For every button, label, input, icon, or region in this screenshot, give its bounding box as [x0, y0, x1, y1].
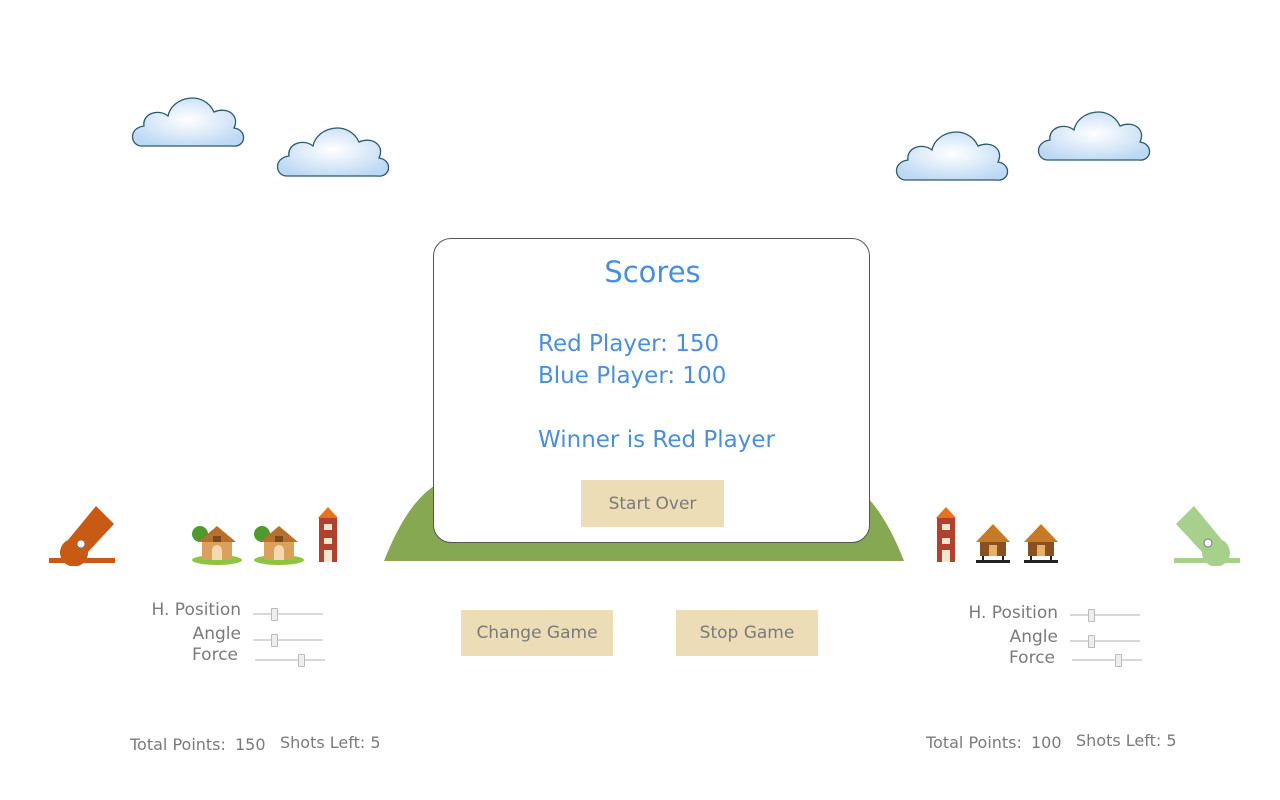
- right-h-position-thumb[interactable]: [1088, 609, 1095, 622]
- right-angle-slider[interactable]: [1070, 635, 1140, 648]
- red-cannon-icon[interactable]: [48, 502, 118, 566]
- right-angle-label: Angle: [1009, 627, 1058, 647]
- cloud-icon: [895, 131, 1009, 181]
- right-angle-thumb[interactable]: [1088, 635, 1095, 648]
- cottage-icon: [192, 526, 242, 565]
- scores-title: Scores: [604, 255, 701, 289]
- left-shots-left: Shots Left: 5: [280, 733, 381, 752]
- red-player-score: Red Player: 150: [538, 331, 720, 357]
- left-angle-label: Angle: [192, 624, 241, 644]
- hut-icon: [976, 524, 1010, 563]
- left-total-points-value: 150: [235, 735, 266, 754]
- right-force-thumb[interactable]: [1114, 654, 1122, 667]
- cloud-icon: [1037, 111, 1151, 161]
- right-h-position-slider[interactable]: [1070, 609, 1140, 622]
- scores-dialog: Scores Red Player: 150 Blue Player: 100 …: [433, 238, 870, 543]
- stop-game-button[interactable]: Stop Game: [676, 610, 818, 656]
- left-angle-thumb[interactable]: [271, 634, 278, 647]
- right-total-points-label: Total Points:: [926, 733, 1022, 752]
- cloud-icon: [276, 127, 390, 177]
- winner-text: Winner is Red Player: [538, 427, 775, 453]
- cottage-icon: [254, 526, 304, 565]
- right-h-position-label: H. Position: [968, 603, 1058, 623]
- left-h-position-slider[interactable]: [253, 608, 323, 621]
- left-force-label: Force: [192, 645, 238, 665]
- tower-icon: [318, 507, 338, 562]
- left-h-position-thumb[interactable]: [271, 608, 278, 621]
- tower-icon: [936, 507, 956, 562]
- change-game-button[interactable]: Change Game: [461, 610, 613, 656]
- left-h-position-label: H. Position: [151, 600, 241, 620]
- left-angle-slider[interactable]: [253, 634, 323, 647]
- start-over-button[interactable]: Start Over: [581, 480, 724, 527]
- right-force-label: Force: [1009, 648, 1055, 668]
- left-force-thumb[interactable]: [297, 654, 305, 667]
- right-shots-left: Shots Left: 5: [1076, 731, 1177, 750]
- left-total-points-label: Total Points:: [130, 735, 226, 754]
- hut-icon: [1024, 524, 1058, 563]
- green-cannon-icon[interactable]: [1172, 502, 1242, 566]
- left-force-slider[interactable]: [255, 654, 325, 667]
- blue-player-score: Blue Player: 100: [538, 363, 727, 389]
- right-force-slider[interactable]: [1072, 654, 1142, 667]
- cloud-icon: [131, 97, 245, 147]
- right-total-points-value: 100: [1031, 733, 1062, 752]
